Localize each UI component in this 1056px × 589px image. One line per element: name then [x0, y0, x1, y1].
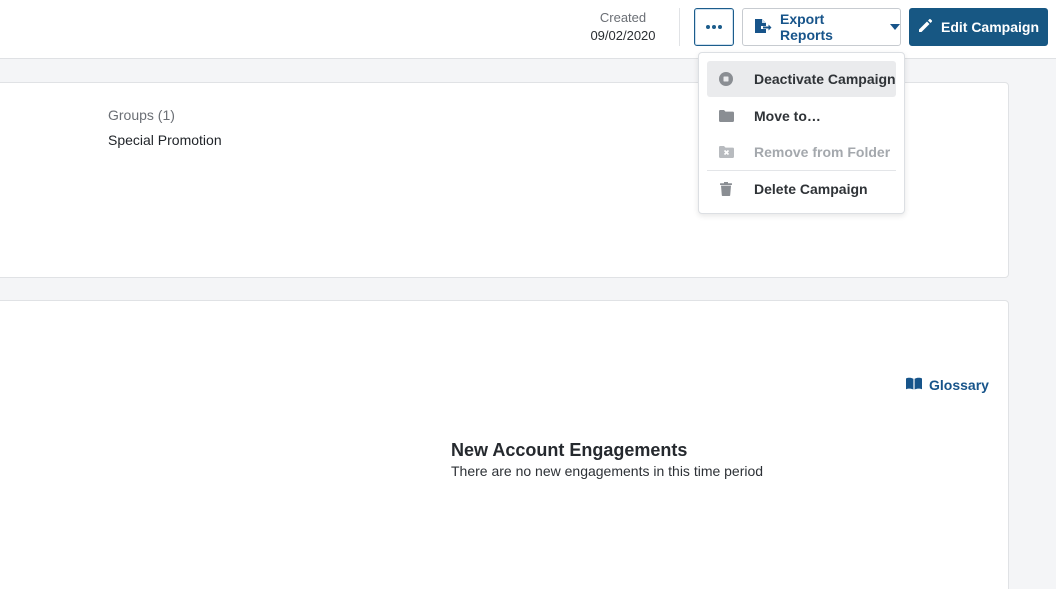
created-info: Created 09/02/2020: [578, 9, 668, 45]
pencil-icon: [918, 18, 933, 36]
edit-campaign-label: Edit Campaign: [940, 19, 1039, 35]
edit-campaign-button[interactable]: Edit Campaign: [909, 8, 1048, 46]
groups-value: Special Promotion: [108, 132, 222, 148]
menu-item-remove-from-folder[interactable]: Remove from Folder: [707, 134, 896, 170]
menu-item-move-to[interactable]: Move to…: [707, 98, 896, 134]
section-title: New Account Engagements: [451, 440, 688, 460]
book-open-icon: [906, 377, 922, 393]
stop-circle-icon: [707, 72, 745, 86]
groups-label: Groups (1): [108, 107, 175, 123]
export-reports-button[interactable]: Export Reports: [742, 8, 901, 46]
created-label: Created: [599, 10, 647, 25]
folder-icon: [707, 110, 745, 122]
folder-remove-icon: [707, 146, 745, 158]
ellipsis-icon: [706, 25, 722, 29]
menu-item-label: Remove from Folder: [754, 144, 891, 160]
export-reports-label: Export Reports: [780, 11, 833, 43]
trash-icon: [707, 182, 745, 196]
empty-state-message: There are no new engagements in this tim…: [451, 463, 764, 479]
more-actions-menu: Deactivate Campaign Move to… Remove from…: [698, 52, 905, 214]
menu-item-deactivate-campaign[interactable]: Deactivate Campaign: [707, 61, 896, 97]
menu-item-label: Delete Campaign: [754, 181, 868, 197]
file-export-icon: [754, 18, 772, 37]
header-divider: [679, 8, 680, 46]
glossary-label: Glossary: [929, 377, 989, 393]
menu-item-label: Move to…: [754, 108, 821, 124]
created-date: 09/02/2020: [590, 28, 656, 43]
menu-item-label: Deactivate Campaign: [754, 71, 896, 87]
glossary-link[interactable]: Glossary: [906, 377, 989, 393]
caret-down-icon: [890, 24, 900, 30]
menu-item-delete-campaign[interactable]: Delete Campaign: [707, 171, 896, 207]
top-bar: Created 09/02/2020 Export Reports Edit C…: [0, 0, 1056, 59]
more-actions-button[interactable]: [694, 8, 734, 46]
